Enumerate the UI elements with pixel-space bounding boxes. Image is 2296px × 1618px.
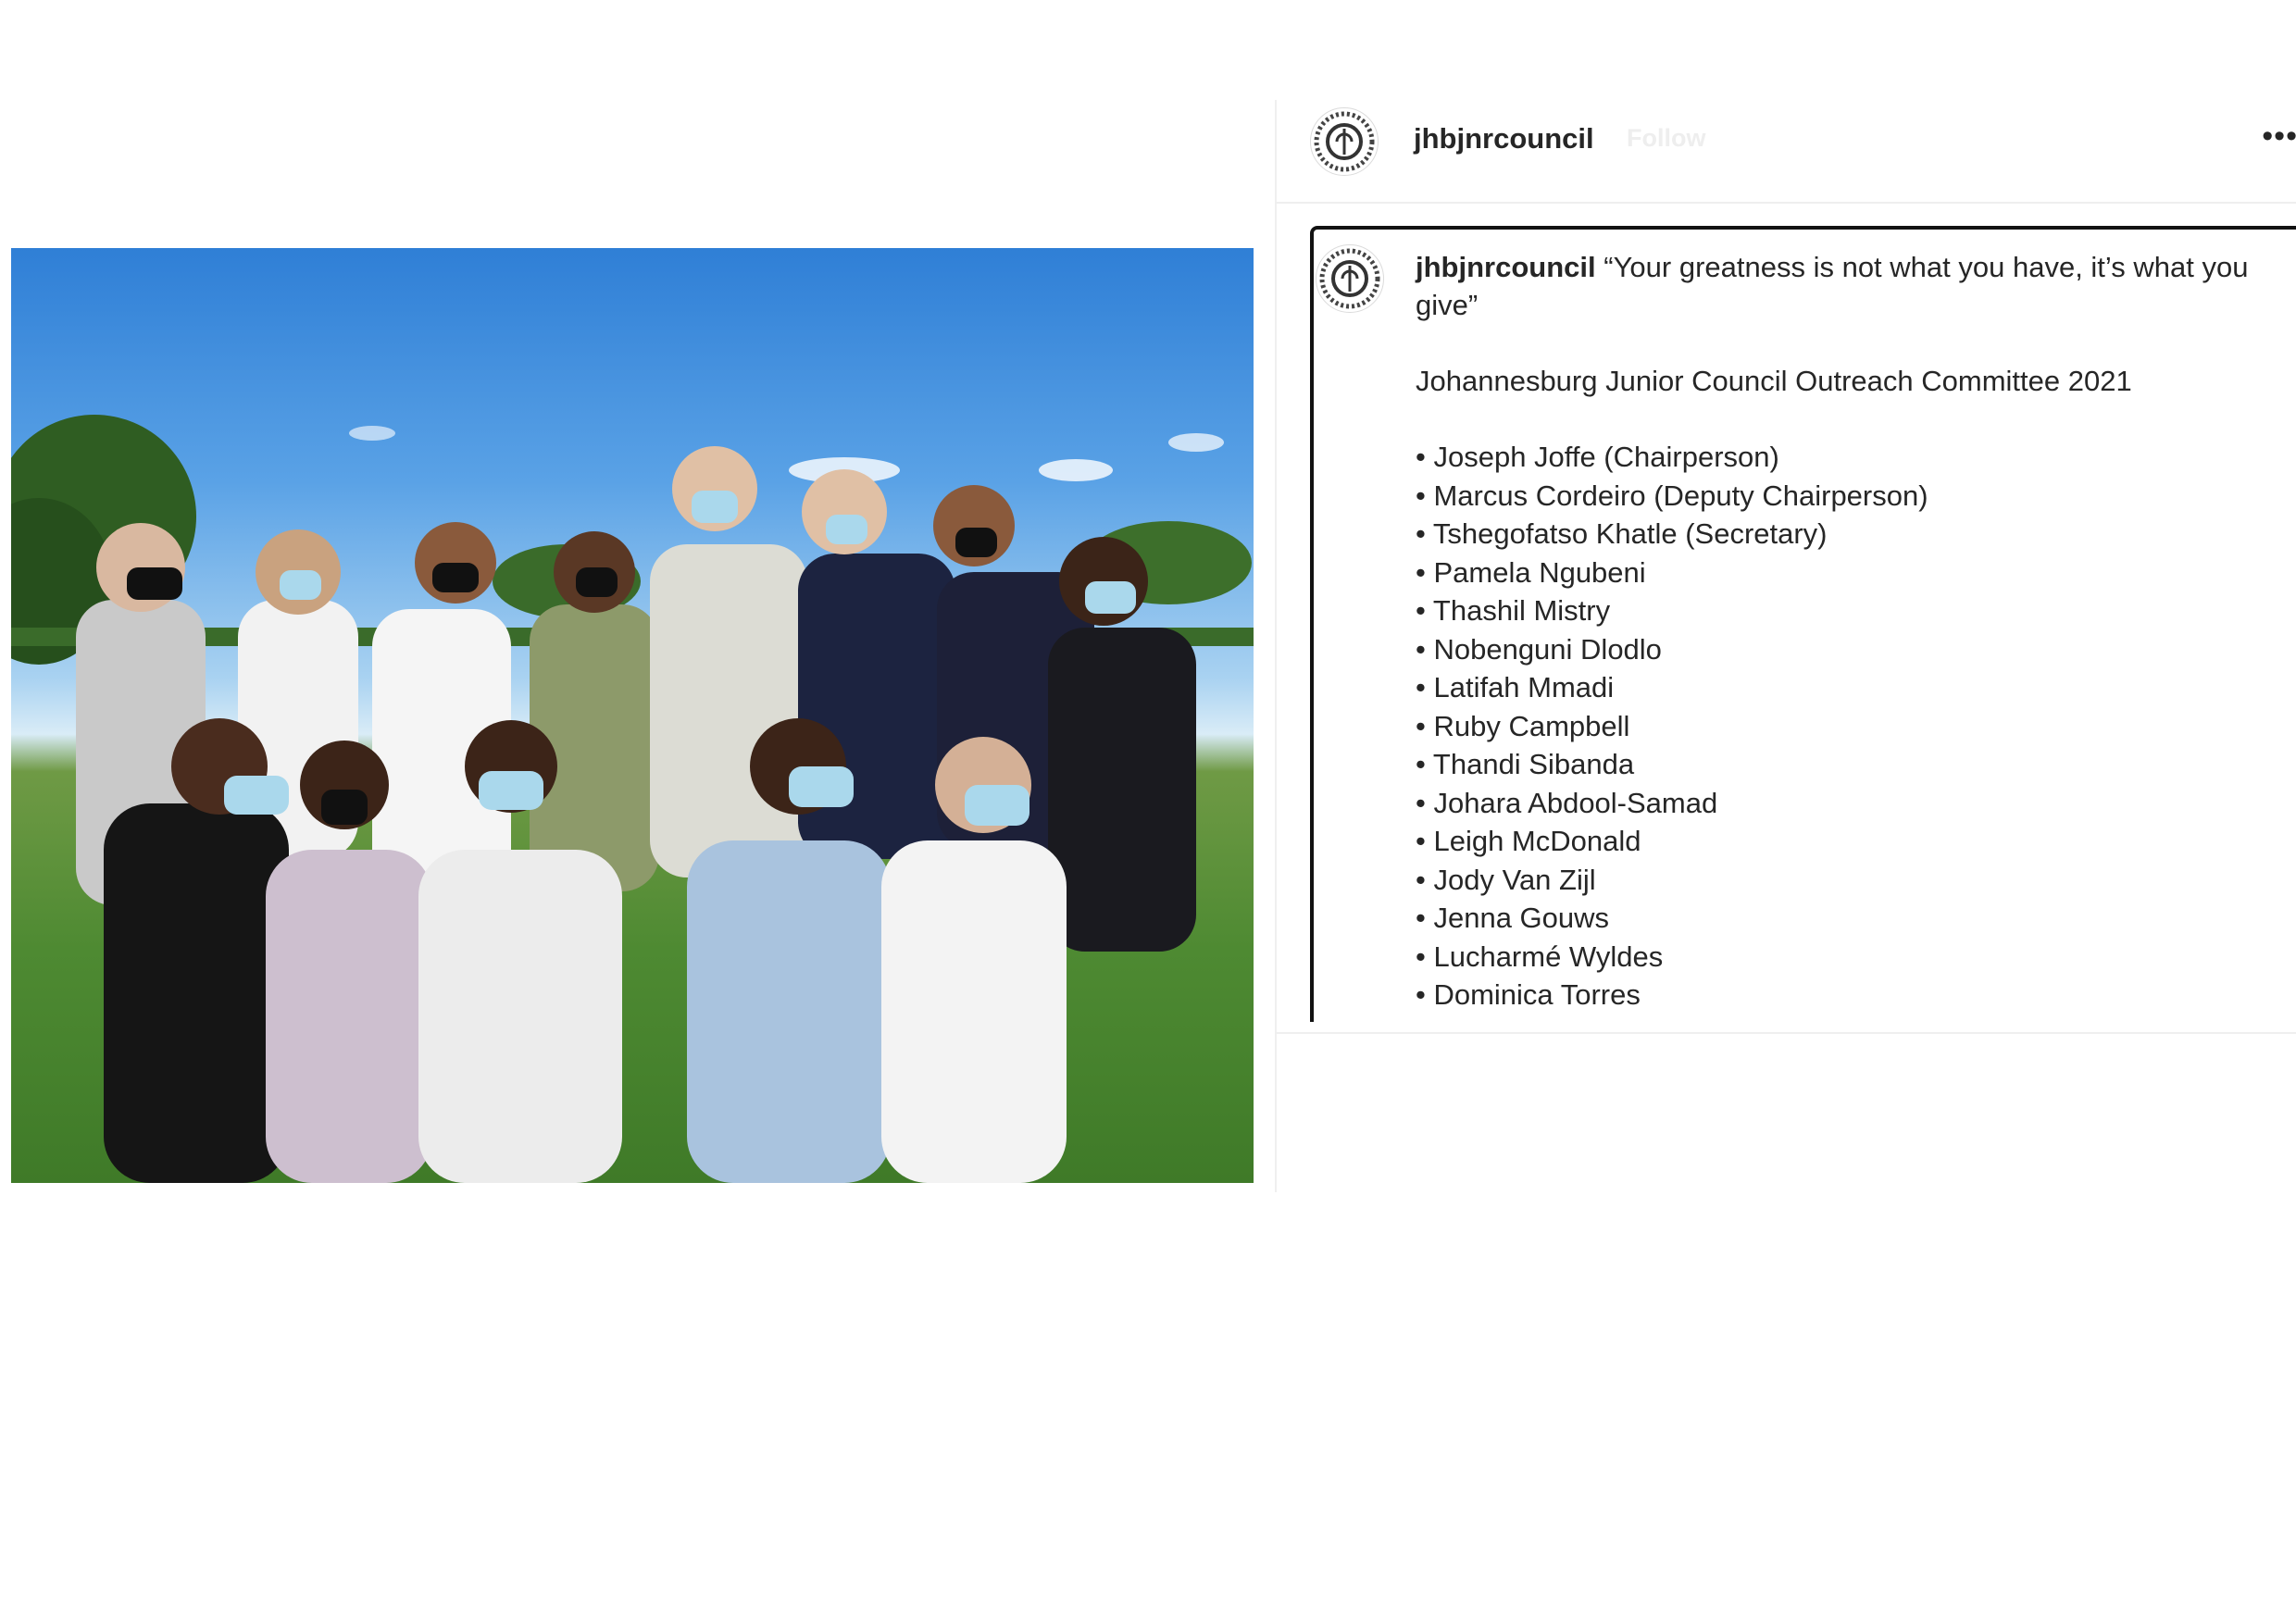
list-item: Nobenguni Dlodlo: [1416, 630, 2286, 669]
more-horizontal-icon[interactable]: •••: [2257, 120, 2296, 152]
list-item: Joseph Joffe (Chairperson): [1416, 438, 2286, 477]
list-item: Jody Van Zijl: [1416, 861, 2286, 900]
caption-username[interactable]: jhbjnrcouncil: [1416, 251, 1596, 283]
list-item: Thando Tshabalala: [1416, 1014, 2286, 1023]
list-item: Pamela Ngubeni: [1416, 554, 2286, 592]
post-header: jhbjnrcouncil Follow •••: [1277, 100, 2296, 204]
list-item: Marcus Cordeiro (Deputy Chairperson): [1416, 477, 2286, 516]
council-crest-icon: [1313, 110, 1376, 173]
list-item: Latifah Mmadi: [1416, 668, 2286, 707]
list-item: Dominica Torres: [1416, 976, 2286, 1014]
account-avatar[interactable]: [1310, 107, 1379, 176]
caption-text: jhbjnrcouncil “Your greatness is not wha…: [1416, 248, 2286, 1022]
follow-button[interactable]: Follow: [1627, 124, 1705, 153]
post-detail-panel: jhbjnrcouncil Follow ••• jhbjnrcouncil “…: [1275, 100, 2296, 1192]
list-item: Leigh McDonald: [1416, 822, 2286, 861]
list-item: Ruby Campbell: [1416, 707, 2286, 746]
header-username[interactable]: jhbjnrcouncil: [1414, 122, 1594, 156]
divider: [1277, 1032, 2296, 1034]
list-item: Johara Abdool-Samad: [1416, 784, 2286, 823]
committee-title: Johannesburg Junior Council Outreach Com…: [1416, 365, 2132, 397]
council-crest-icon: [1318, 247, 1381, 310]
caption-avatar[interactable]: [1316, 244, 1384, 313]
member-list: Joseph Joffe (Chairperson) Marcus Cordei…: [1416, 438, 2286, 1022]
list-item: Thandi Sibanda: [1416, 745, 2286, 784]
caption-container: jhbjnrcouncil “Your greatness is not wha…: [1310, 226, 2296, 1022]
post-photo[interactable]: [11, 248, 1254, 1183]
list-item: Jenna Gouws: [1416, 899, 2286, 938]
list-item: Tshegofatso Khatle (Secretary): [1416, 515, 2286, 554]
list-item: Lucharmé Wyldes: [1416, 938, 2286, 977]
list-item: Thashil Mistry: [1416, 591, 2286, 630]
group-photo-illustration: [11, 415, 1254, 1183]
caption-quote-line: jhbjnrcouncil “Your greatness is not wha…: [1416, 248, 2286, 324]
